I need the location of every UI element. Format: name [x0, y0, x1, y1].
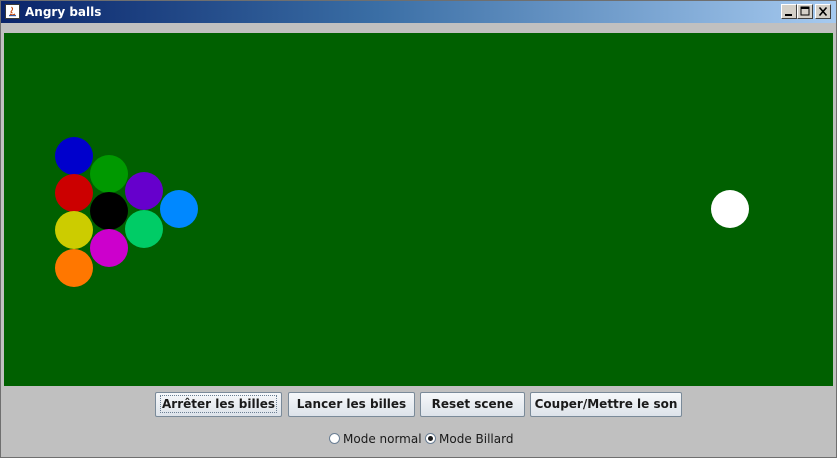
cue-ball: [711, 190, 749, 228]
minimize-button[interactable]: [781, 4, 797, 19]
mode-normal-radio[interactable]: [329, 433, 340, 444]
ball-yellow: [55, 211, 93, 249]
window-title: Angry balls: [25, 5, 102, 19]
ball-teal: [125, 210, 163, 248]
ball-blue: [55, 137, 93, 175]
stop-balls-button[interactable]: Arrêter les billes: [155, 392, 282, 417]
launch-balls-button[interactable]: Lancer les billes: [288, 392, 415, 417]
ball-light-blue: [160, 190, 198, 228]
reset-scene-button[interactable]: Reset scene: [420, 392, 525, 417]
mode-normal-label[interactable]: Mode normal: [343, 432, 422, 446]
billiard-table[interactable]: [4, 33, 833, 386]
maximize-button[interactable]: [797, 4, 813, 19]
title-bar[interactable]: Angry balls: [1, 1, 836, 23]
close-button[interactable]: [815, 4, 831, 19]
java-icon: [5, 4, 20, 19]
stop-balls-label: Arrêter les billes: [159, 395, 278, 413]
toggle-sound-button[interactable]: Couper/Mettre le son: [530, 392, 682, 417]
ball-magenta: [90, 229, 128, 267]
ball-orange: [55, 249, 93, 287]
ball-black: [90, 192, 128, 230]
mode-billard-label[interactable]: Mode Billard: [439, 432, 513, 446]
ball-green: [90, 155, 128, 193]
app-window: Angry balls Arrêter les billes Lancer le…: [0, 0, 837, 458]
radio-selected-dot: [428, 436, 433, 441]
ball-purple: [125, 172, 163, 210]
control-buttons: Arrêter les billes Lancer les billes Res…: [1, 392, 836, 418]
mode-billard-radio[interactable]: [425, 433, 436, 444]
mode-selector: Mode normal Mode Billard: [1, 431, 836, 449]
ball-red: [55, 174, 93, 212]
